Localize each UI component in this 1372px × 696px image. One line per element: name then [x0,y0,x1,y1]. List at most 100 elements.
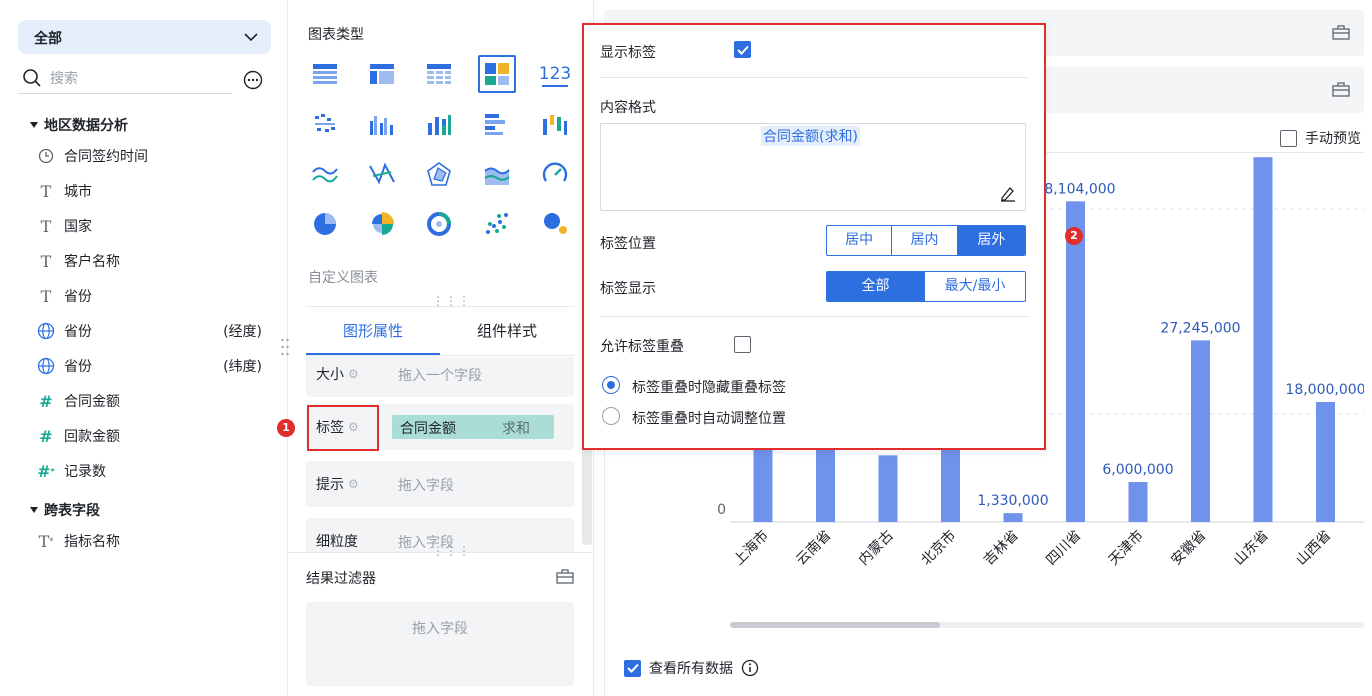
position-option-center[interactable]: 居中 [827,226,893,255]
manual-preview-toggle[interactable]: 手动预览 [1280,128,1361,148]
chart-scroll-thumb [730,622,940,628]
computed-dimension-icon: T * [38,531,54,551]
custom-layout-icon[interactable] [478,55,516,93]
tab-graph-properties[interactable]: 图形属性 [306,307,440,355]
horizontal-bar-icon[interactable] [478,105,516,143]
slot-size[interactable]: 大小 ⚙ 拖入一个字段 [306,357,574,397]
tab-component-style[interactable]: 组件样式 [440,307,574,355]
field-item-province-lng[interactable]: 省份 (经度) [36,320,266,342]
bar [1191,340,1210,522]
x-tick-label: 山东省 [1231,528,1272,569]
donut-icon[interactable] [420,205,458,243]
gauge-icon[interactable] [536,155,574,193]
rose-pie-icon[interactable] [363,205,401,243]
filter-drop-zone[interactable]: 拖入字段 [306,602,574,686]
bar [1066,201,1085,522]
toolbox-icon[interactable] [556,568,574,584]
line-icon[interactable] [306,155,344,193]
label-field-pill[interactable]: 合同金额 求和 [392,415,554,439]
content-format-editor[interactable]: 合同金额(求和) [600,123,1026,211]
x-tick-label: 北京市 [918,527,960,569]
scrollbar[interactable] [582,445,592,545]
field-item-country[interactable]: T 国家 [36,215,266,237]
show-label-title: 显示标签 [600,45,656,61]
field-label: 省份 [64,324,92,340]
number-card-text: 123 [538,64,572,84]
cross-table-icon[interactable] [363,55,401,93]
radar-line-icon[interactable] [363,155,401,193]
field-item-province-lat[interactable]: 省份 (纬度) [36,355,266,377]
field-label: 省份 [64,289,92,305]
radar-icon[interactable] [420,155,458,193]
scatter-bar-icon[interactable] [306,105,344,143]
grouped-bar-icon[interactable] [363,105,401,143]
scope-label: 全部 [34,31,62,47]
bar [1316,402,1335,522]
show-label-checkbox[interactable] [734,41,751,58]
field-item-contract-date[interactable]: 合同签约时间 [36,145,266,167]
pie-icon[interactable] [306,205,344,243]
stacked-bar-icon[interactable] [420,105,458,143]
info-icon[interactable] [741,659,759,677]
result-filter-title: 结果过滤器 [306,571,376,587]
pill-field-name: 合同金额 [400,421,456,437]
edit-icon[interactable] [999,184,1017,202]
label-settings-popover: 显示标签 内容格式 合同金额(求和) 标签位置 居中 居内 居外 标签显示 全部… [582,23,1046,450]
globe-icon [36,356,56,376]
field-group-cross-table[interactable]: 跨表字段 [30,500,100,520]
overlap-hide-label[interactable]: 标签重叠时隐藏重叠标签 [632,377,786,397]
field-group-region[interactable]: 地区数据分析 [30,115,128,135]
display-option-max-min[interactable]: 最大/最小 [925,272,1025,301]
number-card-icon[interactable]: 123 [536,55,574,93]
allow-overlap-title: 允许标签重叠 [600,339,684,355]
waterfall-icon[interactable] [536,105,574,143]
position-option-inside[interactable]: 居内 [892,226,958,255]
slot-label: 提示 ⚙ [316,477,359,493]
text-dimension-icon: T [40,216,52,236]
field-label: 省份 [64,359,92,375]
table-icon[interactable] [306,55,344,93]
slot-label: 大小 ⚙ [316,367,359,383]
field-item-record-count[interactable]: # * 记录数 [36,460,266,482]
scatter-icon[interactable] [478,205,516,243]
bar [1003,513,1023,522]
pill-aggregation: 求和 [502,421,530,437]
resize-handle-icon[interactable]: ⋮⋮⋮ [432,295,471,307]
more-options-icon[interactable] [243,70,263,90]
display-option-all[interactable]: 全部 [827,272,926,301]
custom-chart-label[interactable]: 自定义图表 [308,267,378,287]
chart-type-title: 图表类型 [308,27,364,43]
view-all-checkbox[interactable] [624,659,641,677]
position-option-outside[interactable]: 居外 [957,226,1025,255]
search-input[interactable] [50,69,220,89]
x-tick-label: 上海市 [730,527,772,569]
property-tabs: 图形属性 组件样式 [306,306,574,356]
scope-dropdown[interactable]: 全部 [18,20,271,54]
toolbox-icon[interactable] [1332,81,1350,97]
field-item-customer[interactable]: T 客户名称 [36,250,266,272]
field-item-city[interactable]: T 城市 [36,180,266,202]
label-display-title: 标签显示 [600,281,656,297]
view-all-data-toggle[interactable]: 查看所有数据 [624,658,759,678]
allow-overlap-checkbox[interactable] [734,336,751,353]
field-item-metric-name[interactable]: T * 指标名称 [36,530,266,552]
field-item-payment-amount[interactable]: # 回款金额 [36,425,266,447]
field-item-province[interactable]: T 省份 [36,285,266,307]
area-icon[interactable] [478,155,516,193]
slot-tooltip[interactable]: 提示 ⚙ 拖入字段 [306,461,574,507]
field-item-contract-amount[interactable]: # 合同金额 [36,390,266,412]
text-dimension-icon: T [40,286,52,306]
globe-icon [36,321,56,341]
label-position-selector: 居中 居内 居外 [826,225,1026,256]
overlap-hide-radio[interactable] [602,376,620,394]
data-label: 18,000,000 [1285,382,1364,398]
manual-preview-checkbox[interactable] [1280,129,1297,147]
field-suffix: (纬度) [223,359,262,375]
bubble-icon[interactable] [536,205,574,243]
detail-table-icon[interactable] [420,55,458,93]
overlap-adjust-radio[interactable] [602,407,620,425]
overlap-adjust-label[interactable]: 标签重叠时自动调整位置 [632,408,786,428]
toolbox-icon[interactable] [1332,24,1350,40]
x-tick-label: 山西省 [1293,528,1334,569]
format-token[interactable]: 合同金额(求和) [761,126,860,146]
